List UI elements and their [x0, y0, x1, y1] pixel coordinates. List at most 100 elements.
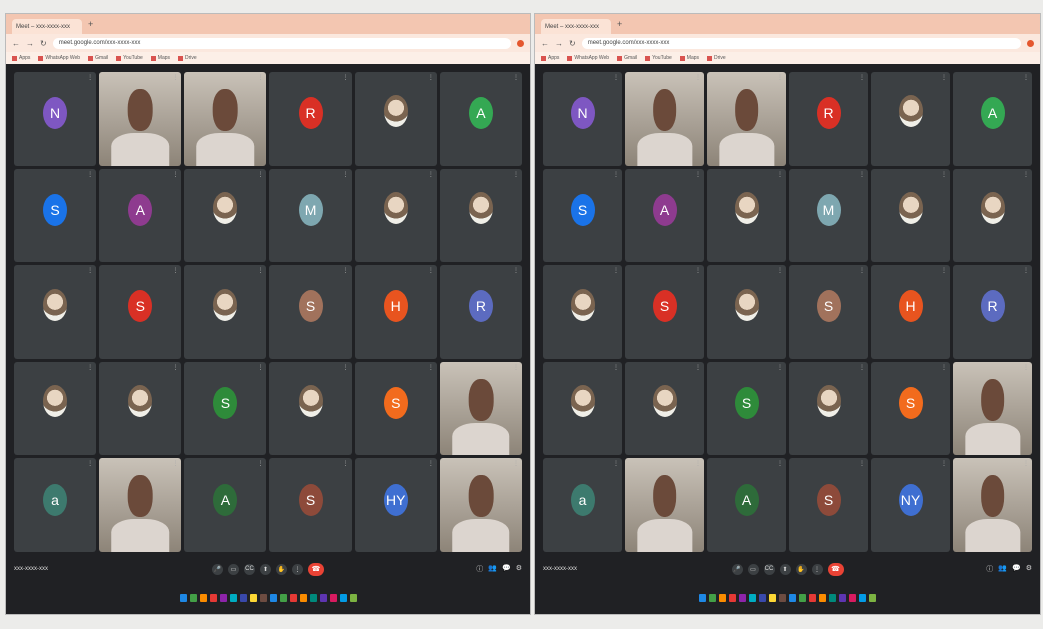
participant-tile[interactable]: ⋮ — [184, 168, 267, 263]
profile-icon[interactable] — [517, 39, 524, 47]
taskbar-app-icon[interactable] — [819, 594, 826, 602]
participant-tile[interactable]: ⋮ — [439, 458, 522, 552]
reload-icon[interactable]: ↻ — [40, 39, 47, 48]
participant-tile[interactable]: A ⋮ — [953, 72, 1032, 166]
activities-icon[interactable]: ⚙ — [1026, 564, 1032, 574]
end-call-icon[interactable]: ☎ — [308, 562, 324, 576]
tile-more-icon[interactable]: ⋮ — [613, 460, 619, 467]
participant-tile[interactable]: ⋮ — [184, 72, 267, 166]
tile-more-icon[interactable]: ⋮ — [87, 364, 93, 371]
bookmark-item[interactable]: YouTube — [116, 55, 143, 61]
taskbar-app-icon[interactable] — [289, 594, 297, 602]
taskbar-app-icon[interactable] — [869, 594, 876, 602]
participant-tile[interactable]: A ⋮ — [439, 72, 522, 166]
participant-tile[interactable]: a ⋮ — [543, 458, 622, 552]
participant-tile[interactable]: ⋮ — [439, 361, 522, 456]
taskbar-app-icon[interactable] — [279, 594, 287, 602]
raise-hand-icon[interactable]: ✋ — [795, 563, 807, 575]
tile-more-icon[interactable]: ⋮ — [172, 74, 178, 81]
taskbar-app-icon[interactable] — [859, 594, 866, 602]
profile-icon[interactable] — [1027, 39, 1034, 47]
taskbar-app-icon[interactable] — [299, 594, 307, 602]
back-icon[interactable]: ← — [12, 39, 20, 48]
tile-more-icon[interactable]: ⋮ — [87, 171, 93, 178]
participant-tile[interactable]: ⋮ — [99, 72, 182, 166]
participant-tile[interactable]: ⋮ — [953, 361, 1032, 456]
participant-tile[interactable]: S ⋮ — [354, 361, 437, 456]
taskbar-app-icon[interactable] — [179, 594, 187, 602]
participant-tile[interactable]: ⋮ — [871, 72, 950, 166]
tile-more-icon[interactable]: ⋮ — [777, 267, 783, 274]
participant-tile[interactable]: H ⋮ — [354, 265, 437, 359]
bookmark-item[interactable]: Gmail — [617, 55, 637, 61]
bookmark-item[interactable]: Maps — [679, 55, 699, 61]
tile-more-icon[interactable]: ⋮ — [941, 74, 947, 81]
tile-more-icon[interactable]: ⋮ — [87, 267, 93, 274]
participant-tile[interactable]: ⋮ — [953, 168, 1032, 263]
present-icon[interactable]: ⬆ — [260, 563, 271, 575]
tile-more-icon[interactable]: ⋮ — [695, 171, 701, 178]
mic-icon[interactable]: 🎤 — [731, 563, 743, 575]
tile-more-icon[interactable]: ⋮ — [428, 364, 434, 371]
taskbar-app-icon[interactable] — [799, 594, 806, 602]
participant-tile[interactable]: ⋮ — [99, 458, 182, 552]
camera-icon[interactable]: ▭ — [228, 563, 239, 575]
tile-more-icon[interactable]: ⋮ — [859, 267, 865, 274]
taskbar-app-icon[interactable] — [829, 594, 836, 602]
participant-tile[interactable]: ⋮ — [707, 265, 786, 359]
participant-tile[interactable]: ⋮ — [707, 72, 786, 166]
tile-more-icon[interactable]: ⋮ — [343, 171, 349, 178]
participant-tile[interactable]: ⋮ — [439, 168, 522, 263]
participant-tile[interactable]: ⋮ — [625, 458, 704, 552]
more-options-icon[interactable]: ⋮ — [292, 563, 303, 575]
browser-tab[interactable]: Meet – xxx-xxxx-xxx — [12, 19, 82, 34]
participant-tile[interactable]: ⋮ — [871, 168, 950, 263]
tile-more-icon[interactable]: ⋮ — [777, 364, 783, 371]
forward-icon[interactable]: → — [555, 39, 563, 48]
participant-tile[interactable]: S ⋮ — [269, 458, 352, 552]
tile-more-icon[interactable]: ⋮ — [695, 267, 701, 274]
tile-more-icon[interactable]: ⋮ — [257, 460, 263, 467]
participant-tile[interactable]: ⋮ — [354, 72, 437, 166]
tile-more-icon[interactable]: ⋮ — [859, 460, 865, 467]
tile-more-icon[interactable]: ⋮ — [777, 74, 783, 81]
taskbar-app-icon[interactable] — [789, 594, 796, 602]
participant-tile[interactable]: A ⋮ — [184, 458, 267, 552]
tile-more-icon[interactable]: ⋮ — [1023, 267, 1029, 274]
taskbar-app-icon[interactable] — [809, 594, 816, 602]
taskbar-app-icon[interactable] — [329, 594, 337, 602]
new-tab-icon[interactable]: + — [617, 19, 622, 29]
info-icon[interactable]: ⓘ — [986, 564, 993, 574]
participant-tile[interactable]: ⋮ — [99, 361, 182, 456]
participant-tile[interactable]: M ⋮ — [789, 168, 868, 263]
participant-tile[interactable]: M ⋮ — [269, 168, 352, 263]
participant-tile[interactable]: S ⋮ — [789, 458, 868, 552]
bookmark-item[interactable]: Maps — [150, 55, 170, 61]
url-field[interactable]: meet.google.com/xxx-xxxx-xxx — [581, 37, 1021, 49]
taskbar-app-icon[interactable] — [759, 594, 766, 602]
taskbar-app-icon[interactable] — [729, 594, 736, 602]
participant-tile[interactable]: R ⋮ — [439, 265, 522, 359]
taskbar-app-icon[interactable] — [779, 594, 786, 602]
taskbar-app-icon[interactable] — [349, 594, 357, 602]
url-field[interactable]: meet.google.com/xxx-xxxx-xxx — [52, 37, 511, 49]
tile-more-icon[interactable]: ⋮ — [859, 74, 865, 81]
tile-more-icon[interactable]: ⋮ — [941, 171, 947, 178]
tile-more-icon[interactable]: ⋮ — [257, 364, 263, 371]
participant-tile[interactable]: ⋮ — [789, 361, 868, 456]
participant-tile[interactable]: A ⋮ — [99, 168, 182, 263]
camera-icon[interactable]: ▭ — [747, 563, 759, 575]
tile-more-icon[interactable]: ⋮ — [343, 267, 349, 274]
participant-tile[interactable]: S ⋮ — [14, 168, 97, 263]
tile-more-icon[interactable]: ⋮ — [941, 364, 947, 371]
raise-hand-icon[interactable]: ✋ — [276, 563, 287, 575]
tile-more-icon[interactable]: ⋮ — [1023, 364, 1029, 371]
tile-more-icon[interactable]: ⋮ — [343, 364, 349, 371]
taskbar-app-icon[interactable] — [849, 594, 856, 602]
activities-icon[interactable]: ⚙ — [516, 564, 522, 574]
tile-more-icon[interactable]: ⋮ — [172, 364, 178, 371]
participant-tile[interactable]: H ⋮ — [871, 265, 950, 359]
taskbar-app-icon[interactable] — [239, 594, 247, 602]
taskbar-app-icon[interactable] — [189, 594, 197, 602]
participant-tile[interactable]: R ⋮ — [789, 72, 868, 166]
